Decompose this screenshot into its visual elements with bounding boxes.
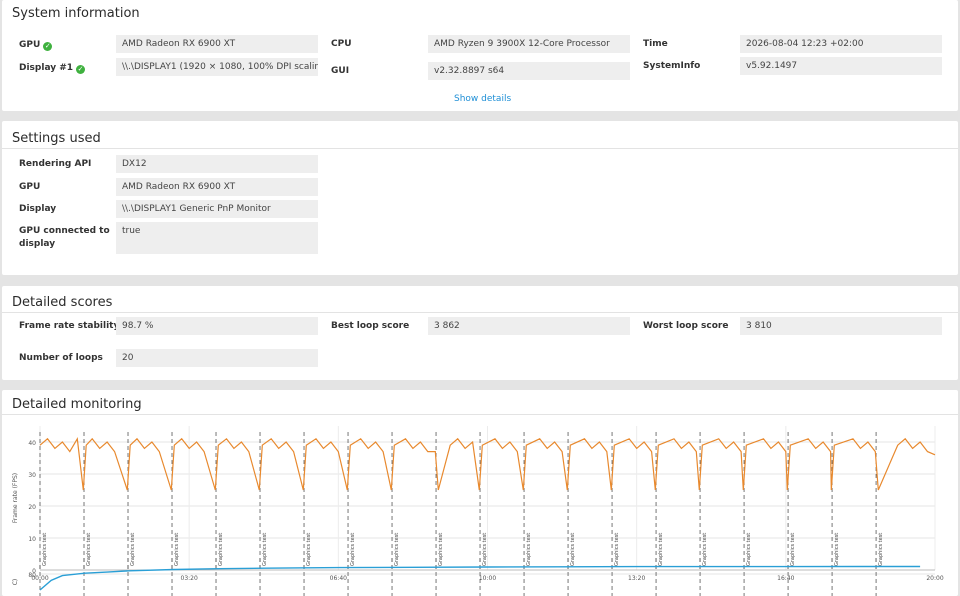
detailed-monitoring-panel: Detailed monitoring 0 10 20 30 40 00:00 03:20 0…: [2, 390, 958, 596]
temperature-chart: 80 C): [12, 558, 935, 596]
settings-used-title: Settings used: [12, 131, 101, 146]
y-tick-label: 30: [28, 472, 36, 479]
worst-loop-score-label: Worst loop score: [643, 321, 729, 331]
settings-gpu-label: GPU: [19, 182, 41, 192]
y-axis-label: Frame rate (FPS): [12, 473, 19, 523]
gpu-label: GPU ✓: [19, 39, 53, 52]
number-of-loops-value: 20: [116, 349, 318, 367]
systeminfo-label: SystemInfo: [643, 61, 701, 71]
settings-divider: [2, 148, 958, 149]
y-tick-label: 10: [28, 536, 36, 543]
display-label-text: Display #1: [19, 63, 74, 73]
system-information-title: System information: [12, 6, 140, 21]
number-of-loops-label: Number of loops: [19, 353, 103, 363]
settings-display-value: \\.\DISPLAY1 Generic PnP Monitor: [116, 200, 318, 218]
display-value: \\.\DISPLAY1 (1920 × 1080, 100% DPI scal…: [116, 58, 318, 76]
gpu-connected-label: GPU connected to display: [19, 226, 110, 249]
scores-divider: [2, 312, 958, 313]
time-value: 2026-08-04 12:23 +02:00: [740, 35, 942, 53]
check-icon: ✓: [43, 42, 53, 51]
cpu-value: AMD Ryzen 9 3900X 12-Core Processor: [428, 35, 630, 53]
y-axis-label: C): [12, 579, 19, 586]
y-tick-label: 40: [28, 440, 36, 447]
time-label: Time: [643, 39, 668, 49]
worst-loop-score-value: 3 810: [740, 317, 942, 335]
show-details-link[interactable]: Show details: [454, 94, 511, 104]
settings-gpu-value: AMD Radeon RX 6900 XT: [116, 178, 318, 196]
frame-rate-stability-value: 98.7 %: [116, 317, 318, 335]
best-loop-score-value: 3 862: [428, 317, 630, 335]
cpu-label: CPU: [331, 39, 352, 49]
systeminfo-value: v5.92.1497: [740, 57, 942, 75]
check-icon: ✓: [76, 65, 86, 74]
gpu-label-text: GPU: [19, 40, 41, 50]
detailed-scores-panel: Detailed scores Frame rate stability 98.…: [2, 286, 958, 380]
y-tick-label: 80: [28, 572, 36, 579]
best-loop-score-label: Best loop score: [331, 321, 410, 331]
system-information-panel: System information GPU ✓ AMD Radeon RX 69…: [2, 0, 958, 111]
detailed-monitoring-title: Detailed monitoring: [12, 397, 142, 412]
rendering-api-value: DX12: [116, 155, 318, 173]
settings-display-label: Display: [19, 204, 57, 214]
gpu-connected-value: true: [116, 222, 318, 254]
rendering-api-label: Rendering API: [19, 159, 92, 169]
display-label: Display #1 ✓: [19, 62, 86, 75]
gui-value: v2.32.8897 s64: [428, 62, 630, 80]
gpu-value: AMD Radeon RX 6900 XT: [116, 35, 318, 53]
monitoring-divider: [2, 414, 958, 415]
settings-used-panel: Settings used Rendering API DX12 GPU AMD…: [2, 121, 958, 275]
gui-label: GUI: [331, 66, 350, 76]
y-tick-label: 20: [28, 504, 36, 511]
detailed-scores-title: Detailed scores: [12, 295, 113, 310]
frame-rate-stability-label: Frame rate stability: [19, 321, 120, 331]
